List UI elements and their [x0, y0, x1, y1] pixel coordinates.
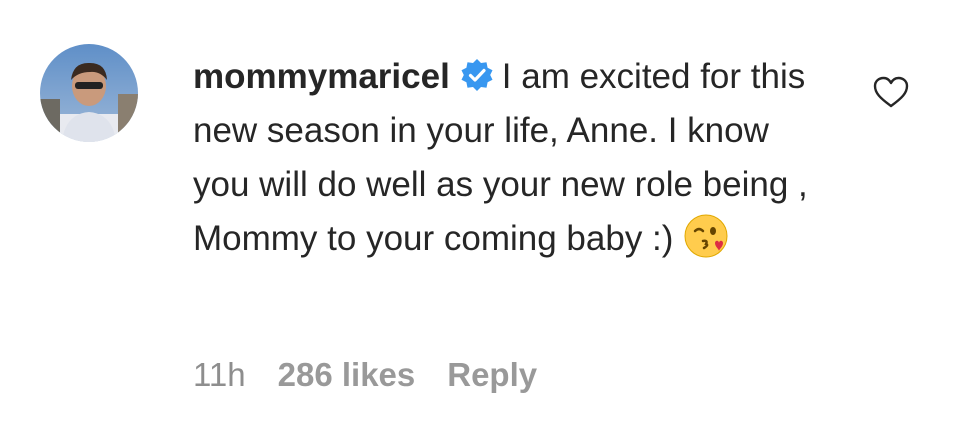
username-link[interactable]: mommymaricel	[193, 57, 450, 96]
timestamp[interactable]: 11h	[193, 356, 246, 394]
comment-body: mommymaricel I am excited for this new s…	[193, 50, 833, 266]
verified-badge-icon	[460, 54, 494, 91]
kissing-winking-face-icon	[683, 213, 729, 259]
avatar[interactable]	[40, 44, 138, 142]
heart-outline-icon[interactable]	[872, 75, 910, 109]
avatar-photo	[40, 44, 138, 142]
comment: mommymaricel I am excited for this new s…	[0, 0, 969, 444]
likes-count[interactable]: 286 likes	[278, 356, 416, 394]
reply-button[interactable]: Reply	[447, 356, 537, 394]
comment-meta: 11h 286 likes Reply	[193, 356, 537, 394]
